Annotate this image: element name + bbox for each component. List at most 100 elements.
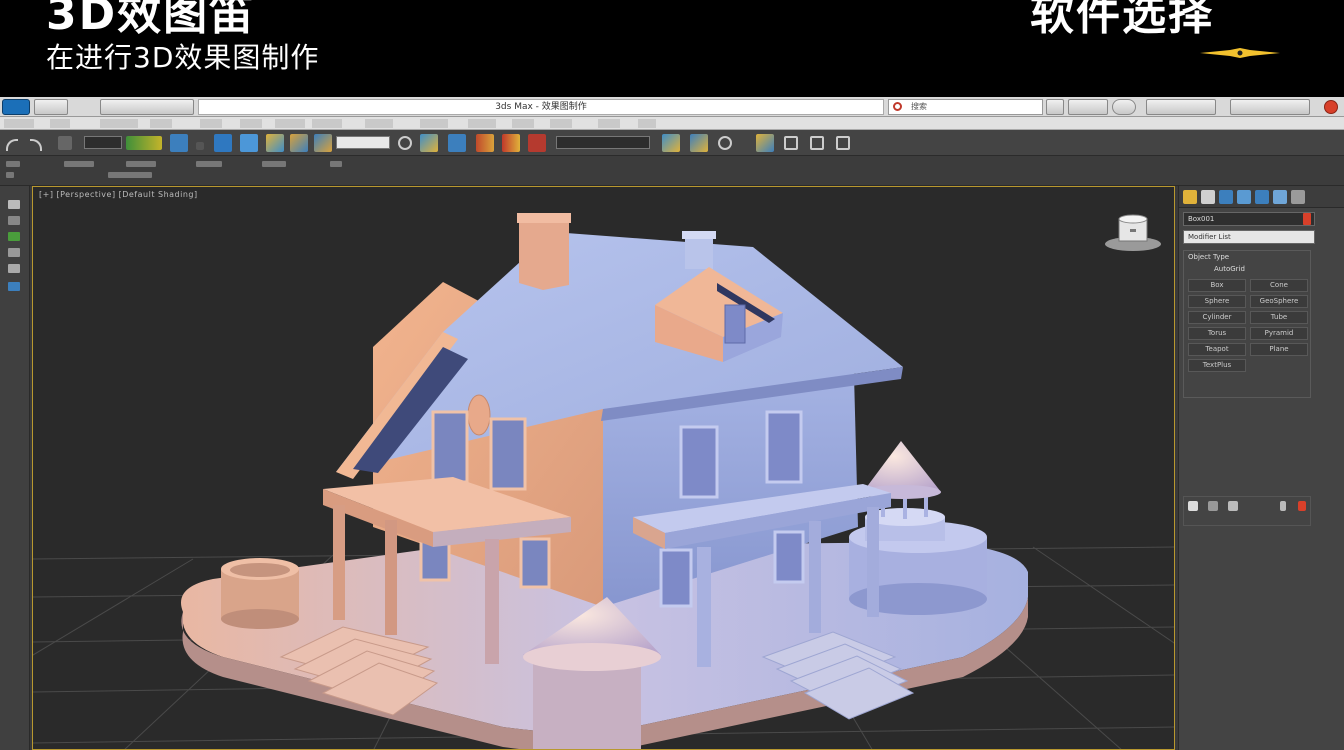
render-production-icon[interactable]	[810, 136, 824, 150]
redo-icon[interactable]	[30, 139, 42, 151]
material-editor-icon[interactable]	[718, 136, 732, 150]
menu-tools[interactable]	[50, 119, 70, 128]
make-unique-icon[interactable]	[1228, 501, 1238, 511]
hierarchy-tool-icon[interactable]	[8, 232, 20, 241]
menu-views[interactable]	[150, 119, 172, 128]
align-icon[interactable]	[502, 134, 520, 152]
primitive-button-textplus[interactable]: TextPlus	[1188, 359, 1246, 372]
ribbon-sub-1[interactable]	[6, 172, 14, 178]
layer-explorer-icon[interactable]	[528, 134, 546, 152]
selection-filter-dropdown[interactable]	[84, 136, 122, 149]
motion-tab-icon[interactable]	[1237, 190, 1251, 204]
menu-content[interactable]	[550, 119, 572, 128]
menu-modifiers[interactable]	[240, 119, 262, 128]
use-pivot-icon[interactable]	[398, 136, 412, 150]
select-move-icon[interactable]	[214, 134, 232, 152]
create-tool-icon[interactable]	[8, 200, 20, 209]
search-input[interactable]: 搜索	[888, 99, 1043, 115]
reference-coord-icon[interactable]	[314, 134, 332, 152]
select-rotate-icon[interactable]	[240, 134, 258, 152]
menu-scripting[interactable]	[512, 119, 534, 128]
utilities-tool-icon[interactable]	[8, 282, 20, 291]
create-tab-icon[interactable]	[1183, 190, 1197, 204]
modify-tab-icon[interactable]	[1201, 190, 1215, 204]
menu-rendering[interactable]	[365, 119, 393, 128]
display-tool-icon[interactable]	[8, 264, 20, 273]
signin-button[interactable]	[1068, 99, 1108, 115]
viewcube-icon[interactable]	[1105, 214, 1161, 251]
help-button[interactable]	[1046, 99, 1064, 115]
menu-civil-view[interactable]	[420, 119, 448, 128]
primitive-button-cone[interactable]: Cone	[1250, 279, 1308, 292]
undo-icon[interactable]	[6, 139, 18, 151]
reference-coordinate-dropdown[interactable]	[336, 136, 390, 149]
user-button[interactable]	[1112, 99, 1136, 115]
primitive-button-sphere[interactable]: Sphere	[1188, 295, 1246, 308]
select-object-icon[interactable]	[126, 136, 162, 150]
render-iterative-icon[interactable]	[836, 136, 850, 150]
named-selection-dropdown[interactable]	[556, 136, 650, 149]
render-setup-icon[interactable]	[756, 134, 774, 152]
cylinder-planter[interactable]	[221, 558, 299, 629]
configure-sets-icon[interactable]	[1298, 501, 1306, 511]
ribbon-tab-selection[interactable]	[126, 161, 156, 167]
perspective-viewport[interactable]: [+] [Perspective] [Default Shading]	[32, 186, 1175, 750]
primitive-button-teapot[interactable]: Teapot	[1188, 343, 1246, 356]
ribbon-tab-populate[interactable]	[262, 161, 286, 167]
object-name-field[interactable]: Box001	[1183, 212, 1315, 226]
modifier-list-dropdown[interactable]: Modifier List	[1183, 230, 1315, 244]
select-by-name-icon[interactable]	[170, 134, 188, 152]
primitive-button-pyramid[interactable]: Pyramid	[1250, 327, 1308, 340]
mirror-icon[interactable]	[476, 134, 494, 152]
title-bar: 3ds Max - 效果图制作 搜索	[0, 97, 1344, 117]
display-tab-icon[interactable]	[1255, 190, 1269, 204]
schematic-view-icon[interactable]	[690, 134, 708, 152]
remove-modifier-icon[interactable]	[1280, 501, 1286, 511]
ribbon-tab-object-paint[interactable]	[196, 161, 222, 167]
primitive-button-plane[interactable]: Plane	[1250, 343, 1308, 356]
extra-tab-icon[interactable]	[1291, 190, 1305, 204]
select-scale-icon[interactable]	[266, 134, 284, 152]
curve-editor-icon[interactable]	[662, 134, 680, 152]
scene-canvas[interactable]	[33, 187, 1175, 750]
menu-edit[interactable]	[4, 119, 34, 128]
workspace-button[interactable]	[100, 99, 194, 115]
ribbon-tab-extra[interactable]	[330, 161, 342, 167]
menu-graph-editors[interactable]	[312, 119, 342, 128]
menu-group[interactable]	[100, 119, 138, 128]
autogrid-checkbox[interactable]: AutoGrid	[1214, 265, 1245, 273]
modify-tool-icon[interactable]	[8, 216, 20, 225]
menu-arnold[interactable]	[638, 119, 656, 128]
menu-customize[interactable]	[468, 119, 496, 128]
menu-create[interactable]	[200, 119, 222, 128]
link-icon[interactable]	[58, 136, 72, 150]
hierarchy-tab-icon[interactable]	[1219, 190, 1233, 204]
select-place-icon[interactable]	[290, 134, 308, 152]
close-window-button[interactable]	[1324, 100, 1338, 114]
ribbon-tab-modeling[interactable]	[6, 161, 20, 167]
viewport-label[interactable]: [+] [Perspective] [Default Shading]	[39, 190, 198, 199]
primitive-button-cylinder[interactable]: Cylinder	[1188, 311, 1246, 324]
snap-toggle-icon[interactable]	[420, 134, 438, 152]
window-crossing-icon[interactable]	[196, 142, 204, 150]
rendered-frame-icon[interactable]	[784, 136, 798, 150]
app-logo-icon[interactable]	[2, 99, 30, 115]
angle-snap-icon[interactable]	[448, 134, 466, 152]
primitive-button-torus[interactable]: Torus	[1188, 327, 1246, 340]
quick-access-button[interactable]	[34, 99, 68, 115]
banner-title-right: 软件选择	[1030, 0, 1214, 40]
minimize-button[interactable]	[1230, 99, 1310, 115]
primitive-button-box[interactable]: Box	[1188, 279, 1246, 292]
menu-animation[interactable]	[275, 119, 305, 128]
primitive-button-geosphere[interactable]: GeoSphere	[1250, 295, 1308, 308]
ribbon-tab-freeform[interactable]	[64, 161, 94, 167]
workspace-dropdown[interactable]	[1146, 99, 1216, 115]
primitive-button-tube[interactable]: Tube	[1250, 311, 1308, 324]
object-color-swatch[interactable]	[1303, 213, 1311, 225]
utilities-tab-icon[interactable]	[1273, 190, 1287, 204]
show-end-result-icon[interactable]	[1208, 501, 1218, 511]
ribbon-sub-2[interactable]	[108, 172, 152, 178]
menu-help[interactable]	[598, 119, 620, 128]
pin-stack-icon[interactable]	[1188, 501, 1198, 511]
motion-tool-icon[interactable]	[8, 248, 20, 257]
